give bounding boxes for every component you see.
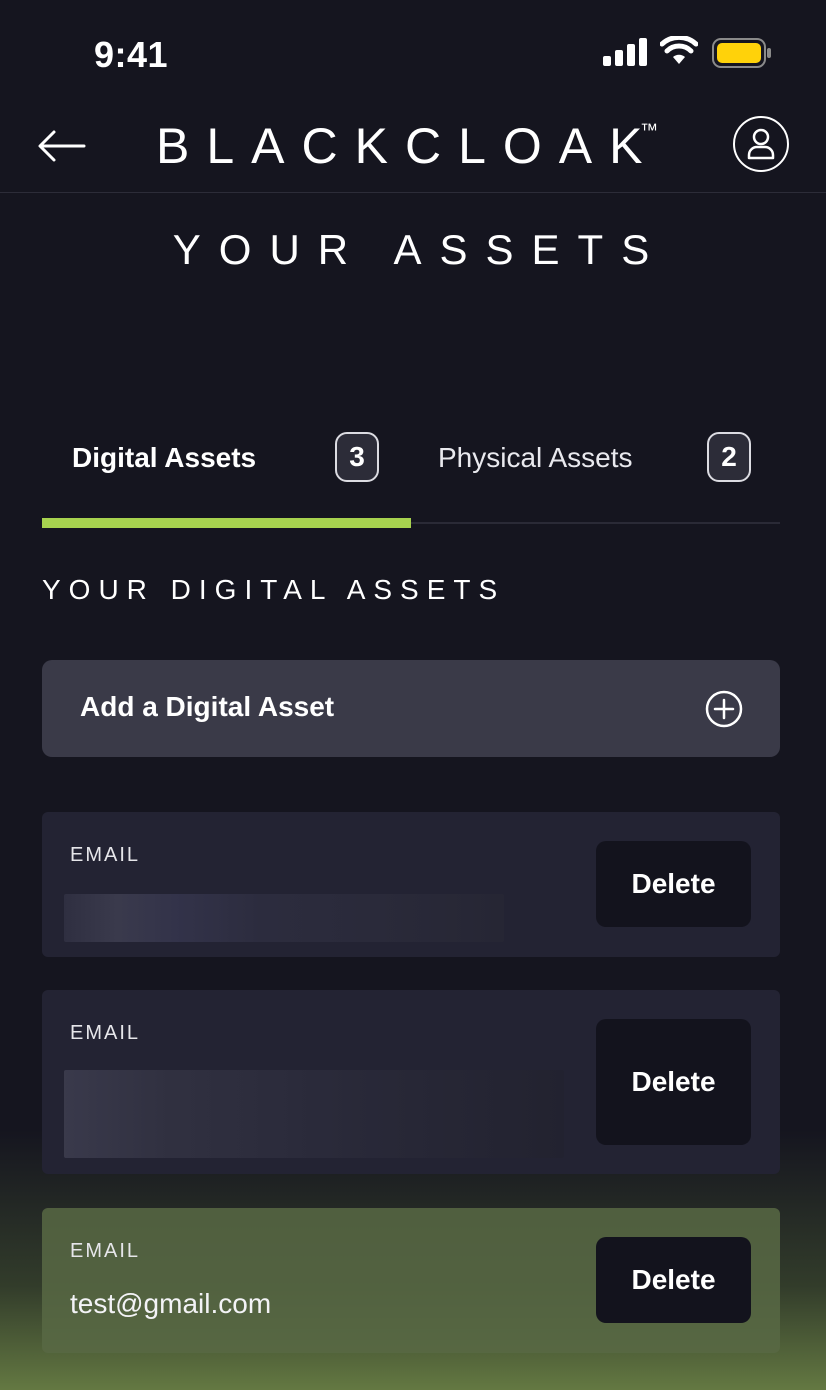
app-header: BLACKCLOAK ™ [0,100,826,193]
signal-icon [603,38,647,66]
delete-button[interactable]: Delete [596,1237,751,1323]
add-asset-label: Add a Digital Asset [80,691,335,722]
delete-button[interactable]: Delete [596,1019,751,1145]
add-digital-asset-button[interactable]: Add a Digital Asset [42,660,780,757]
asset-card: EMAIL Delete [42,990,780,1174]
asset-card: EMAIL test@gmail.com Delete [42,1208,780,1353]
battery-icon [712,38,771,68]
profile-button[interactable] [733,116,789,172]
wifi-icon [660,36,698,64]
status-time: 9:41 [94,34,169,75]
asset-card: EMAIL Delete [42,812,780,957]
redacted-value [64,894,504,942]
back-arrow-icon[interactable] [36,124,88,168]
asset-value: test@gmail.com [70,1288,272,1319]
trademark: ™ [640,120,659,140]
asset-type-label: EMAIL [70,1240,141,1262]
asset-type-label: EMAIL [70,844,141,866]
plus-circle-icon [705,690,743,728]
page-title: YOUR ASSETS [172,226,668,273]
delete-button[interactable]: Delete [596,841,751,927]
active-tab-indicator [42,518,411,528]
redacted-value [64,1070,564,1158]
tab-count-badge: 3 [335,432,379,482]
tab-count-badge: 2 [707,432,751,482]
tab-label: Digital Assets [72,442,257,473]
asset-type-label: EMAIL [70,1022,141,1044]
profile-icon [747,128,775,160]
brand-logo: BLACKCLOAK [156,118,660,174]
status-bar: 9:41 [0,0,826,100]
tab-label: Physical Assets [438,442,633,473]
section-heading: YOUR DIGITAL ASSETS [42,574,506,605]
